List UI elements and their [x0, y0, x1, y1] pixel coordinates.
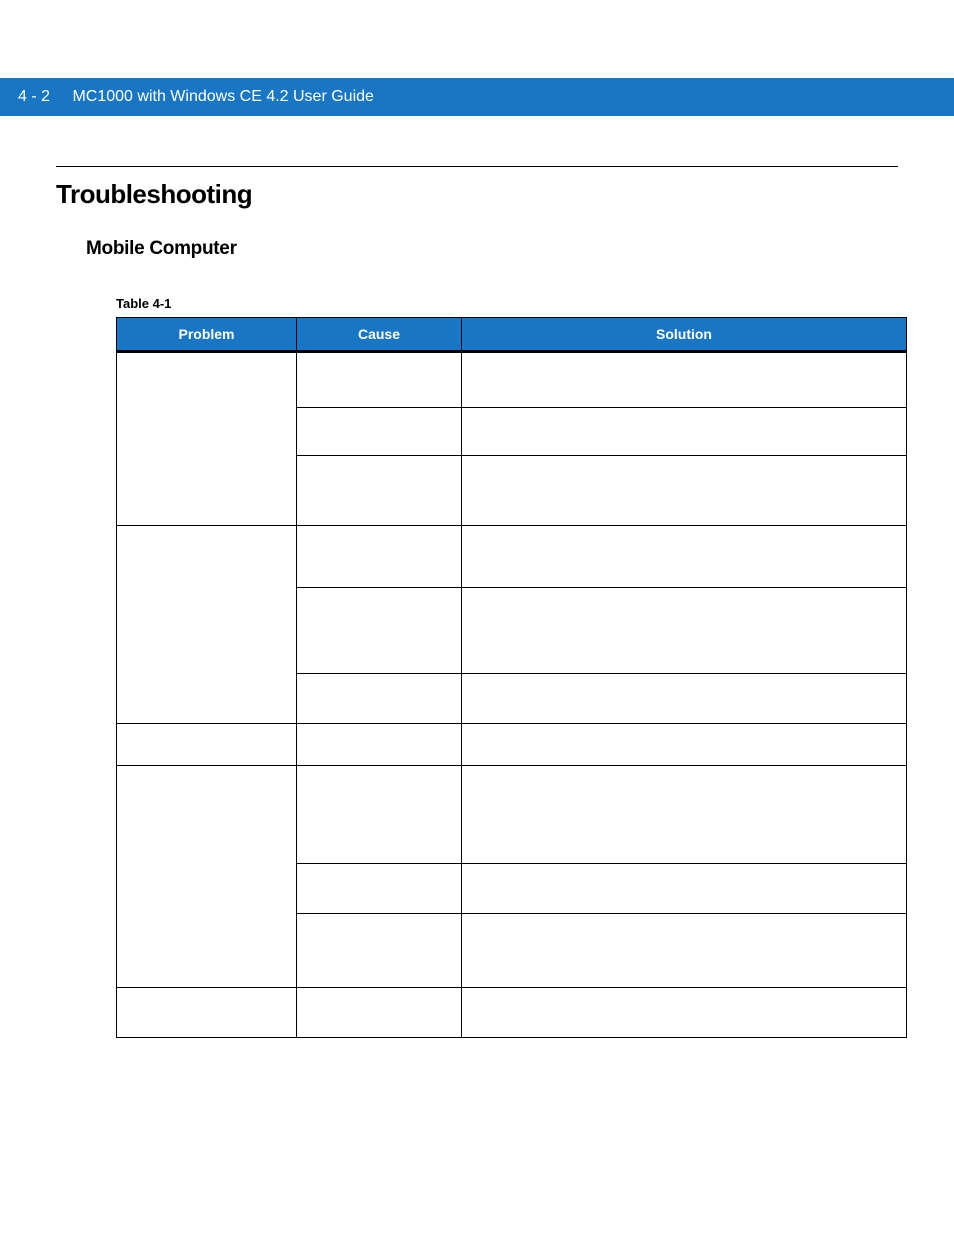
- col-header-cause: Cause: [297, 318, 462, 352]
- table-row: [117, 352, 907, 408]
- cell-problem: [117, 352, 297, 526]
- cell-cause: [297, 766, 462, 864]
- cell-solution: [462, 864, 907, 914]
- cell-cause: [297, 588, 462, 674]
- cell-cause: [297, 526, 462, 588]
- cell-cause: [297, 864, 462, 914]
- cell-cause: [297, 352, 462, 408]
- page-header: 4 - 2 MC1000 with Windows CE 4.2 User Gu…: [0, 78, 954, 116]
- doc-title: MC1000 with Windows CE 4.2 User Guide: [72, 88, 373, 105]
- page-content: Troubleshooting Mobile Computer Table 4-…: [0, 166, 954, 1038]
- cell-problem: [117, 526, 297, 724]
- table-header-row: Problem Cause Solution: [117, 318, 907, 352]
- cell-problem: [117, 988, 297, 1038]
- cell-solution: [462, 766, 907, 864]
- cell-problem: [117, 724, 297, 766]
- section-title: Troubleshooting: [56, 179, 898, 210]
- subsection-title: Mobile Computer: [86, 238, 898, 260]
- horizontal-rule: [56, 166, 898, 167]
- table-row: [117, 724, 907, 766]
- page-number: 4 - 2: [18, 88, 50, 105]
- cell-solution: [462, 456, 907, 526]
- cell-cause: [297, 456, 462, 526]
- cell-solution: [462, 352, 907, 408]
- cell-solution: [462, 588, 907, 674]
- cell-solution: [462, 914, 907, 988]
- cell-solution: [462, 674, 907, 724]
- cell-cause: [297, 724, 462, 766]
- table-row: [117, 766, 907, 864]
- col-header-solution: Solution: [462, 318, 907, 352]
- cell-solution: [462, 526, 907, 588]
- troubleshooting-table: Problem Cause Solution: [116, 317, 907, 1038]
- table-row: [117, 988, 907, 1038]
- cell-cause: [297, 408, 462, 456]
- table-row: [117, 526, 907, 588]
- cell-solution: [462, 408, 907, 456]
- col-header-problem: Problem: [117, 318, 297, 352]
- cell-solution: [462, 988, 907, 1038]
- cell-cause: [297, 914, 462, 988]
- cell-cause: [297, 988, 462, 1038]
- table-caption: Table 4-1: [116, 296, 898, 311]
- cell-solution: [462, 724, 907, 766]
- cell-cause: [297, 674, 462, 724]
- cell-problem: [117, 766, 297, 988]
